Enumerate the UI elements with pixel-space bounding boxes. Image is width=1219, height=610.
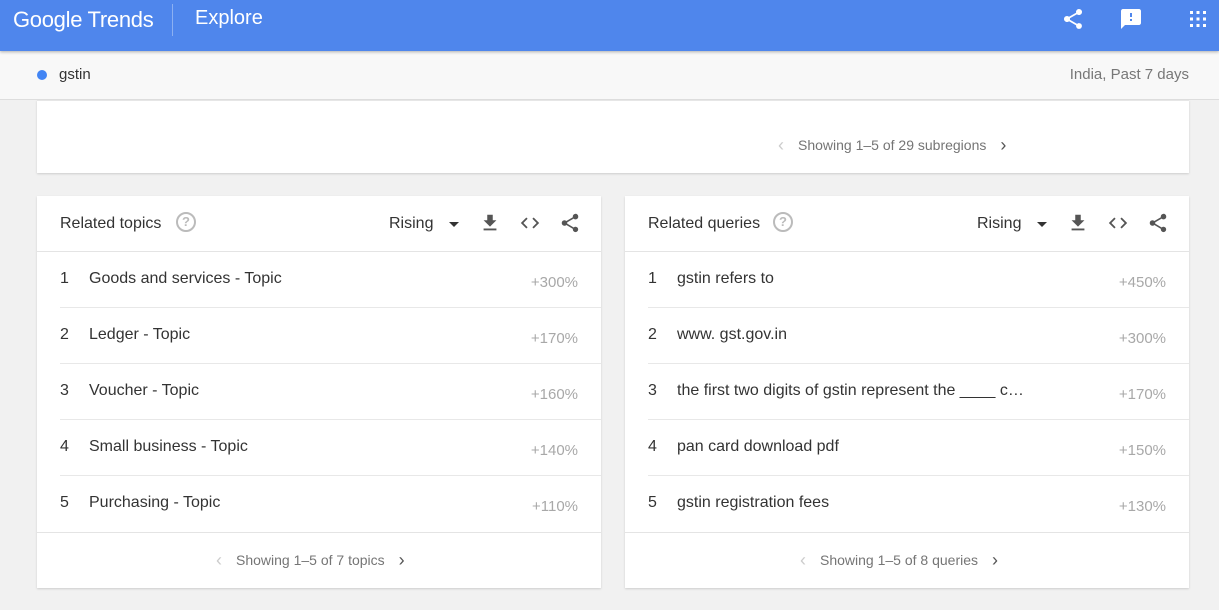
rank: 2 (648, 326, 657, 343)
download-icon[interactable] (479, 212, 501, 234)
query-label[interactable]: www. gst.gov.in (677, 326, 787, 344)
chevron-down-icon[interactable] (1037, 222, 1047, 227)
topics-filter-dropdown[interactable]: Rising (389, 215, 433, 233)
footer-separator (625, 532, 1189, 533)
query-label[interactable]: gstin refers to (677, 270, 774, 288)
help-icon[interactable]: ? (176, 212, 196, 232)
rising-value: +110% (531, 498, 578, 515)
list-item[interactable]: 4 Small business - Topic +140% (37, 420, 601, 476)
rank: 2 (60, 326, 69, 343)
google-trends-logo[interactable]: Google Trends (13, 7, 154, 33)
topic-label[interactable]: Purchasing - Topic (89, 494, 220, 512)
list-item[interactable]: 5 Purchasing - Topic +110% (37, 476, 601, 532)
share-icon[interactable] (1147, 212, 1169, 234)
list-item[interactable]: 3 Voucher - Topic +160% (37, 364, 601, 420)
rank: 4 (648, 438, 657, 455)
rank: 4 (60, 438, 69, 455)
subregion-pager: ‹ Showing 1–5 of 29 subregions › (778, 136, 1006, 154)
related-topics-title: Related topics (60, 215, 162, 232)
queries-pager-text: Showing 1–5 of 8 queries (820, 552, 978, 568)
rising-value: +140% (530, 442, 578, 459)
next-page-icon[interactable]: › (399, 551, 405, 569)
rising-value: +450% (1118, 274, 1166, 291)
subregion-card: ‹ Showing 1–5 of 29 subregions › (37, 100, 1189, 173)
topics-pager-text: Showing 1–5 of 7 topics (236, 552, 385, 568)
download-icon[interactable] (1067, 212, 1089, 234)
rising-value: +300% (1118, 330, 1166, 347)
topic-label[interactable]: Goods and services - Topic (89, 270, 282, 288)
prev-page-icon[interactable]: ‹ (800, 551, 806, 569)
list-item[interactable]: 2 www. gst.gov.in +300% (625, 308, 1189, 364)
queries-filter-dropdown[interactable]: Rising (977, 215, 1021, 233)
share-icon[interactable] (559, 212, 581, 234)
chevron-down-icon[interactable] (449, 222, 459, 227)
next-page-icon[interactable]: › (1000, 136, 1006, 154)
related-queries-title: Related queries (648, 215, 761, 232)
query-label[interactable]: gstin registration fees (677, 494, 829, 512)
related-topics-card: Related topics ? Rising 1 Goods and serv… (37, 196, 601, 588)
search-term-bar: gstin India, Past 7 days (0, 51, 1219, 100)
share-icon[interactable] (1061, 7, 1085, 31)
rank: 3 (60, 382, 69, 399)
page-title: Explore (195, 7, 263, 29)
query-label[interactable]: the first two digits of gstin represent … (677, 382, 1024, 400)
topic-label[interactable]: Ledger - Topic (89, 326, 190, 344)
topic-label[interactable]: Voucher - Topic (89, 382, 199, 400)
rank: 3 (648, 382, 657, 399)
related-queries-card: Related queries ? Rising 1 gstin refers … (625, 196, 1189, 588)
footer-separator (37, 532, 601, 533)
embed-icon[interactable] (1107, 212, 1129, 234)
rising-value: +300% (530, 274, 578, 291)
rising-value: +160% (530, 386, 578, 403)
list-item[interactable]: 5 gstin registration fees +130% (625, 476, 1189, 532)
apps-icon[interactable] (1186, 7, 1210, 31)
search-term[interactable]: gstin (59, 66, 91, 83)
rank: 5 (648, 494, 657, 511)
help-icon[interactable]: ? (773, 212, 793, 232)
header-divider (172, 4, 173, 36)
rank: 1 (60, 270, 69, 287)
rank: 1 (648, 270, 657, 287)
rising-value: +150% (1118, 442, 1166, 459)
region-timeframe: India, Past 7 days (1069, 66, 1189, 83)
term-color-dot (37, 70, 47, 80)
list-item[interactable]: 4 pan card download pdf +150% (625, 420, 1189, 476)
embed-icon[interactable] (519, 212, 541, 234)
rising-value: +170% (530, 330, 578, 347)
topic-label[interactable]: Small business - Topic (89, 438, 248, 456)
prev-page-icon[interactable]: ‹ (216, 551, 222, 569)
app-header: Google Trends Explore (0, 0, 1219, 51)
list-item[interactable]: 3 the first two digits of gstin represen… (625, 364, 1189, 420)
rising-value: +130% (1118, 498, 1166, 515)
feedback-icon[interactable] (1119, 7, 1143, 31)
topics-pager: ‹ Showing 1–5 of 7 topics › (216, 551, 405, 569)
prev-page-icon[interactable]: ‹ (778, 136, 784, 154)
rising-value: +170% (1118, 386, 1166, 403)
list-item[interactable]: 2 Ledger - Topic +170% (37, 308, 601, 364)
queries-pager: ‹ Showing 1–5 of 8 queries › (800, 551, 998, 569)
rank: 5 (60, 494, 69, 511)
query-label[interactable]: pan card download pdf (677, 438, 839, 456)
next-page-icon[interactable]: › (992, 551, 998, 569)
list-item[interactable]: 1 Goods and services - Topic +300% (37, 252, 601, 308)
list-item[interactable]: 1 gstin refers to +450% (625, 252, 1189, 308)
subregion-pager-text: Showing 1–5 of 29 subregions (798, 137, 987, 153)
